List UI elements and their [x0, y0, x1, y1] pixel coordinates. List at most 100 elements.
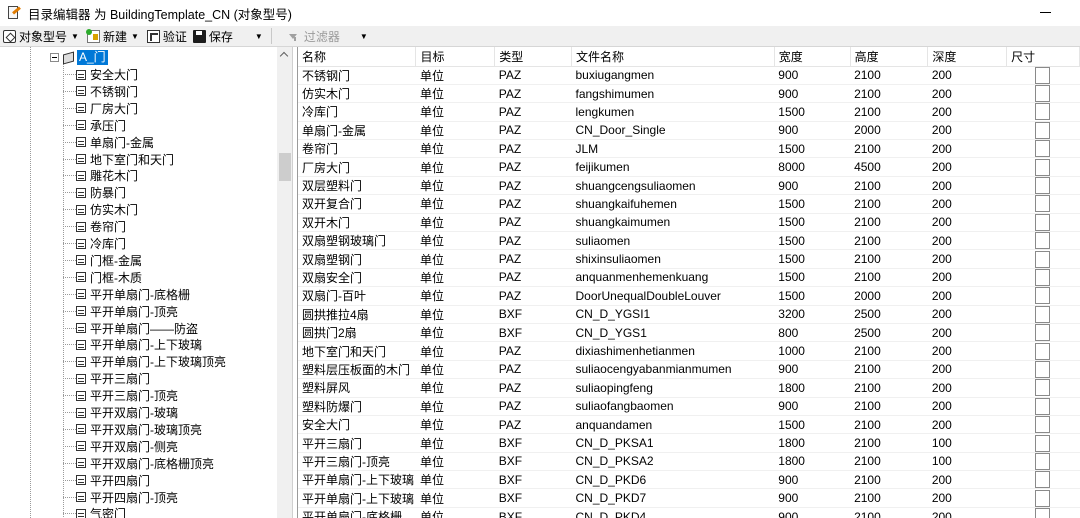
table-cell[interactable]: 单位 [415, 176, 495, 196]
tree-item[interactable]: 雕花木门 [63, 167, 138, 184]
table-cell[interactable]: 200 [927, 66, 1007, 85]
table-cell[interactable]: 2100 [850, 415, 928, 435]
table-cell[interactable]: 200 [927, 341, 1007, 361]
table-cell[interactable]: shuangkaimumen [571, 213, 775, 233]
table-cell[interactable]: 2100 [850, 488, 928, 508]
table-cell[interactable]: 200 [927, 213, 1007, 233]
table-cell[interactable]: 双扇塑钢玻璃门 [298, 231, 416, 251]
table-cell[interactable]: 200 [927, 397, 1007, 416]
table-cell[interactable]: 厂房大门 [298, 157, 416, 177]
table-cell[interactable]: 单位 [415, 470, 495, 490]
table-cell[interactable]: BXF [494, 470, 572, 490]
size-checkbox[interactable] [1034, 140, 1050, 157]
column-header[interactable]: 类型 [494, 47, 572, 67]
table-cell[interactable]: anquanmenhemenkuang [571, 268, 775, 288]
table-cell[interactable]: PAZ [494, 139, 572, 159]
table-cell[interactable]: shuangkaifuhemen [571, 194, 775, 214]
table-cell[interactable]: 单位 [415, 213, 495, 233]
table-cell[interactable]: CN_D_PKD7 [571, 488, 775, 508]
size-checkbox[interactable] [1034, 195, 1050, 213]
tree-item[interactable]: 地下室门和天门 [63, 151, 174, 168]
table-cell[interactable]: 双层塑料门 [298, 176, 416, 196]
column-header[interactable]: 深度 [927, 47, 1008, 67]
table-cell[interactable]: 200 [927, 231, 1007, 251]
tree-item[interactable]: 单扇门-金属 [63, 134, 154, 151]
table-cell[interactable]: 双扇门-百叶 [298, 286, 416, 306]
table-cell[interactable]: 200 [927, 488, 1007, 508]
table-row[interactable]: 卷帘门 单位 PAZ JLM 1500 2100 200 [298, 139, 1080, 159]
table-cell[interactable]: 平开单扇门-上下玻璃 [298, 488, 416, 508]
chevron-down-icon[interactable]: ▼ [131, 32, 139, 41]
table-cell[interactable]: 2100 [850, 452, 928, 472]
tree-item[interactable]: 平开单扇门-顶亮 [63, 303, 178, 320]
table-cell[interactable]: 2100 [850, 66, 928, 85]
table-cell[interactable]: 双扇安全门 [298, 268, 416, 288]
table-cell[interactable]: CN_D_PKSA2 [571, 452, 775, 472]
table-cell[interactable]: JLM [571, 139, 775, 159]
tree-item[interactable]: 门框-木质 [63, 269, 142, 286]
size-checkbox[interactable] [1034, 177, 1050, 194]
table-cell[interactable]: CN_D_PKD6 [571, 470, 775, 490]
table-cell[interactable]: 900 [774, 66, 851, 85]
table-cell[interactable]: 8000 [774, 157, 851, 177]
table-cell[interactable]: 双开木门 [298, 213, 416, 233]
table-cell[interactable]: 单扇门-金属 [298, 121, 416, 141]
table-cell[interactable]: 平开三扇门 [298, 433, 416, 453]
table-cell[interactable]: 900 [774, 176, 851, 196]
table-cell[interactable]: 2000 [850, 121, 928, 141]
table-cell[interactable]: 2100 [850, 341, 928, 361]
tree-item[interactable]: 安全大门 [63, 66, 138, 83]
table-cell[interactable]: 200 [927, 268, 1007, 288]
minimize-button[interactable] [1038, 4, 1054, 20]
table-cell[interactable]: 不锈钢门 [298, 66, 416, 85]
table-cell[interactable]: PAZ [494, 397, 572, 416]
table-cell[interactable]: BXF [494, 507, 572, 518]
table-cell[interactable]: PAZ [494, 249, 572, 269]
table-cell[interactable]: 1800 [774, 452, 851, 472]
table-cell[interactable]: 2100 [850, 378, 928, 398]
chevron-down-icon[interactable]: ▼ [360, 32, 368, 41]
table-row[interactable]: 塑料防爆门 单位 PAZ suliaofangbaomen 900 2100 200 [298, 397, 1080, 416]
tree-item[interactable]: 冷库门 [63, 235, 126, 252]
tree-item[interactable]: 平开单扇门——防盗 [63, 320, 198, 337]
size-checkbox[interactable] [1034, 397, 1050, 415]
size-checkbox[interactable] [1034, 324, 1050, 341]
scroll-up-icon[interactable] [279, 51, 289, 61]
tree-root-node[interactable]: A_门 [50, 49, 108, 65]
table-cell[interactable]: 200 [927, 157, 1007, 177]
table-cell[interactable]: 2100 [850, 102, 928, 122]
table-cell[interactable]: 200 [927, 121, 1007, 141]
scroll-thumb[interactable] [279, 153, 291, 181]
table-cell[interactable]: PAZ [494, 66, 572, 85]
table-row[interactable]: 不锈钢门 单位 PAZ buxiugangmen 900 2100 200 [298, 66, 1080, 85]
table-row[interactable]: 双开木门 单位 PAZ shuangkaimumen 1500 2100 200 [298, 213, 1080, 233]
table-cell[interactable]: 地下室门和天门 [298, 341, 416, 361]
table-cell[interactable]: 200 [927, 305, 1007, 324]
table-cell[interactable]: 平开三扇门-顶亮 [298, 452, 416, 472]
column-header[interactable]: 宽度 [774, 47, 851, 67]
table-cell[interactable]: 200 [927, 286, 1007, 306]
table-cell[interactable]: 单位 [415, 305, 495, 324]
tree-item[interactable]: 平开三扇门-顶亮 [63, 387, 178, 404]
table-cell[interactable]: 200 [927, 176, 1007, 196]
tree-item[interactable]: 承压门 [63, 117, 126, 134]
column-header[interactable]: 文件名称 [571, 47, 775, 67]
table-cell[interactable]: 1800 [774, 378, 851, 398]
table-row[interactable]: 单扇门-金属 单位 PAZ CN_Door_Single 900 2000 200 [298, 121, 1080, 141]
table-cell[interactable]: BXF [494, 323, 572, 343]
tree-item[interactable]: 防暴门 [63, 184, 126, 201]
table-cell[interactable]: 900 [774, 121, 851, 141]
table-cell[interactable]: 2100 [850, 84, 928, 104]
table-cell[interactable]: 200 [927, 507, 1007, 518]
table-cell[interactable]: 单位 [415, 66, 495, 85]
table-cell[interactable]: 200 [927, 378, 1007, 398]
table-cell[interactable]: 200 [927, 139, 1007, 159]
size-checkbox[interactable] [1034, 342, 1050, 360]
table-cell[interactable]: 双开复合门 [298, 194, 416, 214]
table-cell[interactable]: 2100 [850, 507, 928, 518]
table-cell[interactable]: 900 [774, 470, 851, 490]
table-cell[interactable]: 1500 [774, 139, 851, 159]
table-cell[interactable]: 2100 [850, 397, 928, 416]
table-cell[interactable]: 1500 [774, 286, 851, 306]
table-cell[interactable]: PAZ [494, 194, 572, 214]
